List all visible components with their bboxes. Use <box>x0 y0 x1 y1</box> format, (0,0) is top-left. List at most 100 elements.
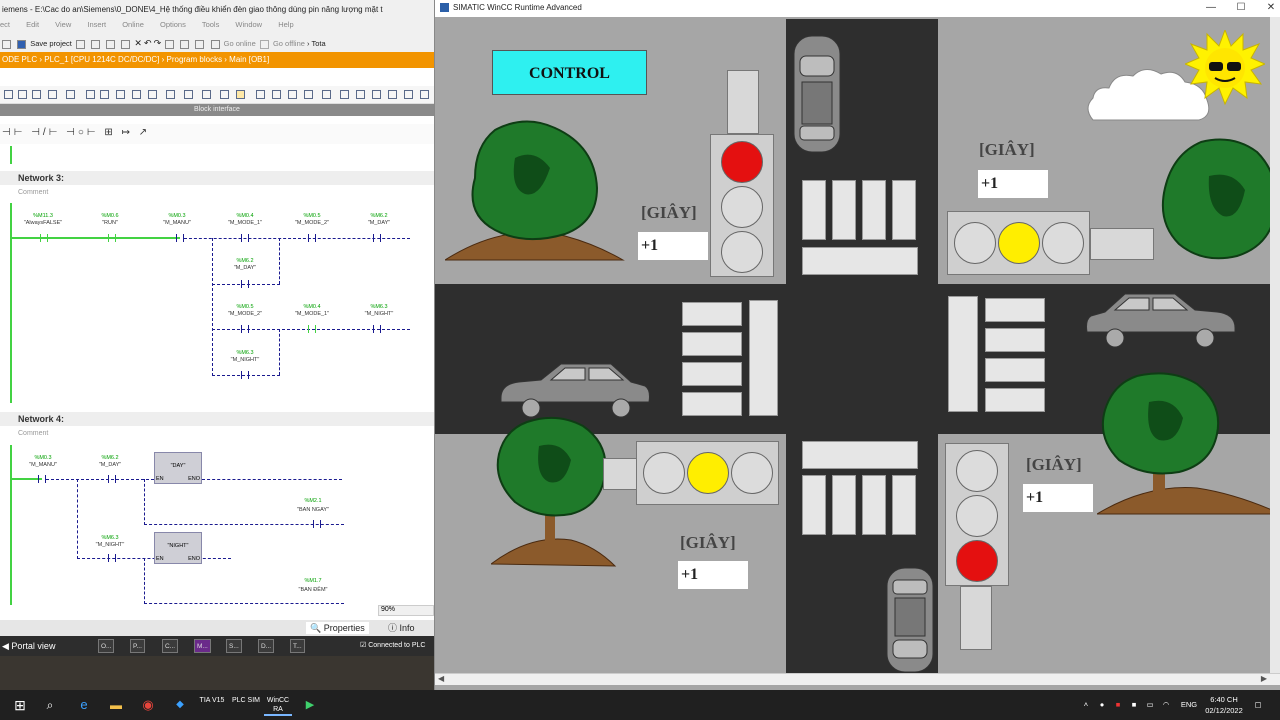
edge-browser-icon[interactable]: e <box>72 694 96 716</box>
scroll-left-icon[interactable]: ◀ <box>438 674 444 683</box>
editor-tool-icon[interactable] <box>86 90 95 99</box>
chevron-right-icon[interactable]: › <box>307 39 310 48</box>
ladder-contact[interactable] <box>38 475 46 483</box>
file-explorer-icon[interactable]: ▬ <box>104 694 128 716</box>
menu-window[interactable]: Window <box>235 20 262 29</box>
editor-tool-icon[interactable] <box>100 90 109 99</box>
network-3-comment[interactable]: Comment <box>18 189 48 196</box>
chevron-up-icon[interactable]: ˄ <box>1080 690 1092 720</box>
go-online-button[interactable]: Go online <box>224 39 256 48</box>
editor-tool-icon[interactable] <box>304 90 313 99</box>
editor-tool-icon[interactable] <box>48 90 57 99</box>
editor-tool-icon[interactable] <box>66 90 75 99</box>
menu-edit[interactable]: Edit <box>26 20 39 29</box>
editor-tool-icon[interactable] <box>388 90 397 99</box>
zoom-select[interactable]: 90% <box>378 605 434 616</box>
menu-online[interactable]: Online <box>122 20 144 29</box>
fc-night-block[interactable]: "NIGHT" EN ENO <box>154 532 202 564</box>
search-icon[interactable]: ⌕ <box>38 694 62 716</box>
ladder-contact[interactable] <box>40 234 48 242</box>
editor-tab[interactable]: D... <box>258 639 275 653</box>
editor-tool-icon[interactable] <box>166 90 175 99</box>
editor-tab[interactable]: S... <box>226 639 242 653</box>
language-indicator[interactable]: ENG <box>1178 690 1200 720</box>
go-offline-icon[interactable] <box>259 39 269 49</box>
paste-icon[interactable] <box>121 39 131 49</box>
menu-insert[interactable]: Insert <box>87 20 106 29</box>
scroll-right-icon[interactable]: ▶ <box>1261 674 1267 683</box>
ladder-contact[interactable] <box>373 234 381 242</box>
menu-project[interactable]: ect <box>0 20 10 29</box>
close-icon[interactable]: ✕ <box>1257 0 1280 15</box>
network-3-header[interactable]: Network 3: <box>0 171 434 185</box>
notification-icon[interactable]: ▢ <box>1250 690 1266 720</box>
editor-tool-icon[interactable] <box>322 90 331 99</box>
editor-tab[interactable]: M... <box>194 639 211 653</box>
editor-tool-icon[interactable] <box>356 90 365 99</box>
fc-day-block[interactable]: "DAY" EN ENO <box>154 452 202 484</box>
editor-tool-icon[interactable] <box>132 90 141 99</box>
tray-app-icon[interactable]: ■ <box>1112 690 1124 720</box>
editor-tab[interactable]: C... <box>162 639 179 653</box>
compile-icon[interactable] <box>165 39 175 49</box>
editor-tool-icon[interactable] <box>256 90 265 99</box>
control-button[interactable]: CONTROL <box>492 50 647 95</box>
editor-tool-icon[interactable] <box>32 90 41 99</box>
portal-view-button[interactable]: ◀ Portal view <box>2 636 55 656</box>
editor-tool-icon[interactable] <box>116 90 125 99</box>
go-offline-button[interactable]: Go offline <box>273 39 305 48</box>
simulate-icon[interactable] <box>210 39 220 49</box>
download-icon[interactable] <box>180 39 190 49</box>
network-icon[interactable]: ▭ <box>1144 690 1156 720</box>
ladder-contact[interactable] <box>176 234 184 242</box>
editor-tool-icon[interactable] <box>4 90 13 99</box>
info-tab[interactable]: ⓘ Info <box>384 622 419 634</box>
menu-view[interactable]: View <box>55 20 71 29</box>
block-interface-bar[interactable]: Block interface <box>0 104 434 116</box>
editor-tool-icon[interactable] <box>420 90 429 99</box>
ladder-contact[interactable] <box>373 325 381 333</box>
editor-tool-icon[interactable] <box>372 90 381 99</box>
tray-app-icon[interactable]: ■ <box>1128 690 1140 720</box>
save-project-button[interactable]: Save project <box>30 39 72 48</box>
menu-tools[interactable]: Tools <box>202 20 220 29</box>
wincc-taskbar-icon[interactable]: WinCC RA <box>264 694 292 716</box>
editor-tool-icon[interactable] <box>272 90 281 99</box>
ladder-contact[interactable] <box>108 234 116 242</box>
editor-tool-icon[interactable] <box>236 90 245 99</box>
new-icon[interactable] <box>2 39 11 49</box>
ladder-contact[interactable] <box>241 280 249 288</box>
chrome-icon[interactable]: ◉ <box>136 694 160 716</box>
wifi-icon[interactable]: ◠ <box>1160 690 1172 720</box>
redo-icon[interactable]: ↷ <box>154 38 162 48</box>
print-icon[interactable] <box>75 39 85 49</box>
network-4-header[interactable]: Network 4: <box>0 412 434 426</box>
cut-icon[interactable] <box>91 39 101 49</box>
editor-tool-icon[interactable] <box>18 90 27 99</box>
properties-tab[interactable]: 🔍 Properties <box>306 622 369 634</box>
plcsim-taskbar-icon[interactable]: PLC SIM <box>232 694 260 716</box>
microphone-icon[interactable]: ● <box>1096 690 1108 720</box>
clock[interactable]: 6:40 CH 02/12/2022 <box>1200 690 1248 720</box>
menu-help[interactable]: Help <box>278 20 293 29</box>
editor-tool-icon[interactable] <box>340 90 349 99</box>
editor-tool-icon[interactable] <box>288 90 297 99</box>
windows-start-icon[interactable]: ⊞ <box>8 694 32 716</box>
minimize-icon[interactable]: — <box>1197 0 1225 15</box>
editor-tab[interactable]: P... <box>130 639 145 653</box>
editor-tool-icon[interactable] <box>404 90 413 99</box>
maximize-icon[interactable]: ☐ <box>1227 0 1255 15</box>
ladder-instruction-bar[interactable]: ⊣⊢ ⊣/⊢ ⊣○⊢ ⊞ ↦ ↗ <box>0 124 434 144</box>
editor-tab[interactable]: O... <box>98 639 115 653</box>
network-4-comment[interactable]: Comment <box>18 430 48 437</box>
vertical-scrollbar[interactable] <box>1270 17 1280 673</box>
ladder-contact[interactable] <box>308 234 316 242</box>
ladder-contact[interactable] <box>108 554 116 562</box>
upload-icon[interactable] <box>195 39 205 49</box>
app-taskbar-icon[interactable]: ▶ <box>298 694 322 716</box>
ladder-contact[interactable] <box>241 325 249 333</box>
editor-tool-icon[interactable] <box>184 90 193 99</box>
zalo-icon[interactable]: ◆ <box>168 694 192 716</box>
editor-tool-icon[interactable] <box>220 90 229 99</box>
editor-tool-icon[interactable] <box>202 90 211 99</box>
